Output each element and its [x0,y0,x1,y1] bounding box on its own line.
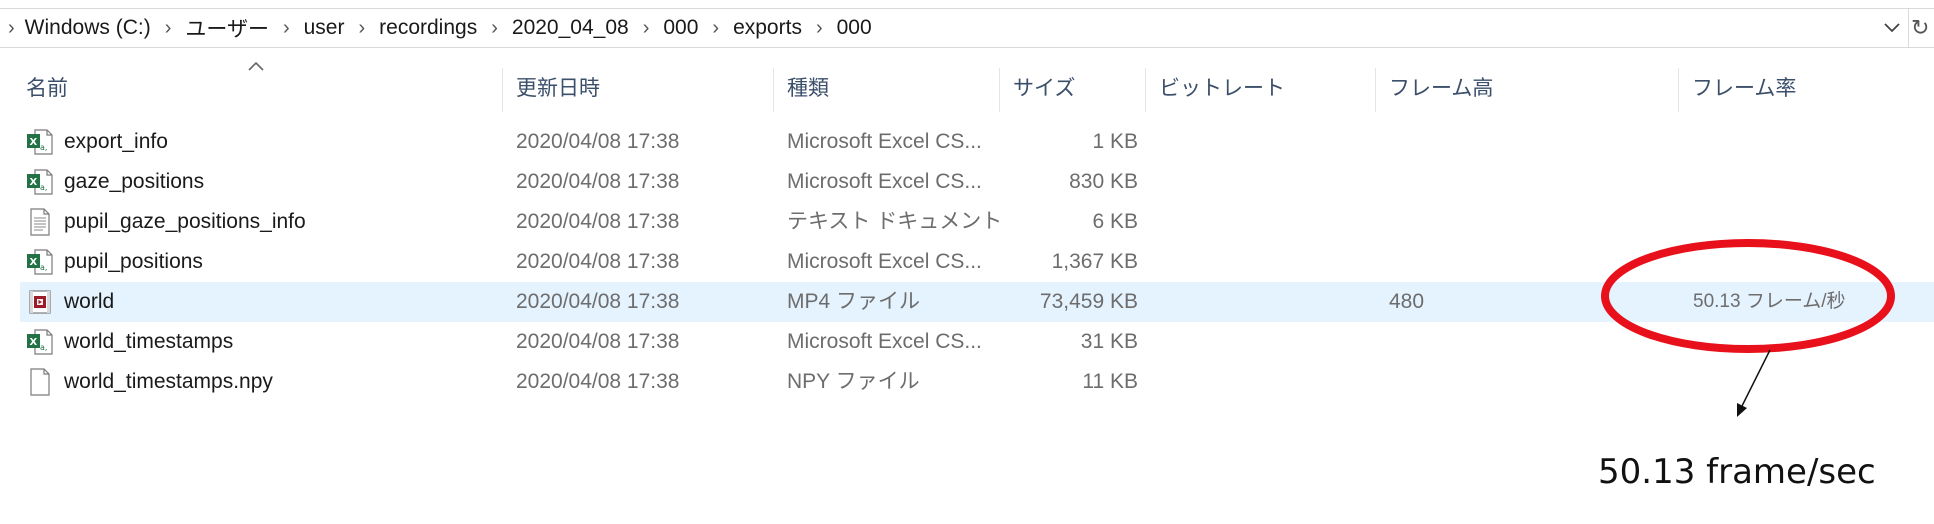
chevron-down-icon[interactable] [1876,9,1908,47]
breadcrumb-item-date[interactable]: 2020_04_08 [512,16,629,40]
sort-ascending-icon [248,58,264,76]
file-name: gaze_positions [64,170,205,193]
svg-text:X: X [30,137,38,148]
column-divider[interactable] [1145,68,1146,112]
file-modified: 2020/04/08 17:38 [516,210,680,233]
file-frame-rate: 50.13 フレーム/秒 [1693,291,1846,312]
file-modified: 2020/04/08 17:38 [516,330,680,353]
address-bar[interactable]: › Windows (C:) › ユーザー › user › recording… [0,8,1934,48]
svg-text:a,: a, [40,263,47,272]
file-row-world-timestamps[interactable]: a, X world_timestamps 2020/04/08 17:38 M… [0,322,1934,362]
file-size: 1,367 KB [1051,250,1138,273]
file-row-export-info[interactable]: a, X export_info 2020/04/08 17:38 Micros… [0,122,1934,162]
breadcrumb-item-users[interactable]: ユーザー [185,13,269,43]
file-size: 11 KB [1082,370,1138,393]
blank-file-icon [30,368,50,396]
breadcrumb: › Windows (C:) › ユーザー › user › recording… [0,9,872,47]
file-modified: 2020/04/08 17:38 [516,130,680,153]
file-name: pupil_positions [64,250,203,273]
chevron-right-icon[interactable]: › [344,17,379,40]
file-name: export_info [64,130,168,153]
excel-csv-icon: a, X [27,249,53,275]
file-type: Microsoft Excel CS... [787,170,982,193]
file-type: Microsoft Excel CS... [787,130,982,153]
file-row-gaze-positions[interactable]: a, X gaze_positions 2020/04/08 17:38 Mic… [0,162,1934,202]
file-row-pupil-positions[interactable]: a, X pupil_positions 2020/04/08 17:38 Mi… [0,242,1934,282]
file-name: world [64,290,115,313]
chevron-right-icon[interactable]: › [629,17,664,40]
column-header-frame-height[interactable]: フレーム高 [1389,72,1493,106]
excel-csv-icon: a, X [27,129,53,155]
file-modified: 2020/04/08 17:38 [516,170,680,193]
file-type: NPY ファイル [787,370,920,393]
chevron-right-icon[interactable]: › [269,17,304,40]
svg-text:a,: a, [40,143,47,152]
column-header-type[interactable]: 種類 [787,72,829,106]
address-bar-controls: ↻ [1876,9,1934,47]
refresh-icon[interactable]: ↻ [1908,9,1934,47]
column-header-bitrate[interactable]: ビットレート [1159,72,1285,106]
file-type: テキスト ドキュメント [787,210,1003,233]
file-name: world_timestamps [64,330,234,353]
file-size: 31 KB [1080,330,1138,353]
file-size: 1 KB [1092,130,1138,153]
breadcrumb-item-drive[interactable]: Windows (C:) [25,16,151,40]
chevron-right-icon[interactable]: › [477,17,512,40]
file-explorer-window: › Windows (C:) › ユーザー › user › recording… [0,0,1934,524]
file-row-world[interactable]: world 2020/04/08 17:38 MP4 ファイル 73,459 K… [0,282,1934,322]
column-divider[interactable] [1375,68,1376,112]
column-divider[interactable] [999,68,1000,112]
excel-csv-icon: a, X [27,329,53,355]
svg-text:X: X [30,337,38,348]
column-header-modified[interactable]: 更新日時 [516,72,600,106]
column-header-frame-rate[interactable]: フレーム率 [1692,72,1796,106]
column-header-name[interactable]: 名前 [26,72,68,106]
breadcrumb-item-recordings[interactable]: recordings [379,16,477,40]
file-type: Microsoft Excel CS... [787,250,982,273]
text-document-icon [30,208,50,236]
svg-text:a,: a, [40,343,47,352]
excel-csv-icon: a, X [27,169,53,195]
annotation-label: 50.13 frame/sec [1598,452,1876,492]
file-size: 73,459 KB [1039,290,1138,313]
breadcrumb-item-exports[interactable]: exports [733,16,802,40]
file-modified: 2020/04/08 17:38 [516,250,680,273]
annotation-arrowhead [1737,403,1747,417]
breadcrumb-item-000[interactable]: 000 [663,16,698,40]
file-modified: 2020/04/08 17:38 [516,370,680,393]
column-headers: 名前 更新日時 種類 サイズ ビットレート フレーム高 フレーム率 [0,56,1934,112]
file-list: a, X export_info 2020/04/08 17:38 Micros… [0,122,1934,402]
column-header-size[interactable]: サイズ [1013,72,1075,106]
breadcrumb-item-000-current[interactable]: 000 [837,16,872,40]
file-row-pupil-gaze-positions-info[interactable]: pupil_gaze_positions_info 2020/04/08 17:… [0,202,1934,242]
chevron-right-icon[interactable]: › [4,17,25,40]
chevron-right-icon[interactable]: › [151,17,186,40]
breadcrumb-item-user[interactable]: user [304,16,345,40]
file-type: MP4 ファイル [787,290,921,313]
file-size: 830 KB [1069,170,1138,193]
file-row-world-timestamps-npy[interactable]: world_timestamps.npy 2020/04/08 17:38 NP… [0,362,1934,402]
column-divider[interactable] [1678,68,1679,112]
svg-text:X: X [30,177,38,188]
file-modified: 2020/04/08 17:38 [516,290,680,313]
video-file-icon [29,290,51,314]
chevron-right-icon[interactable]: › [802,17,837,40]
file-name: pupil_gaze_positions_info [64,210,306,233]
chevron-right-icon[interactable]: › [698,17,733,40]
file-type: Microsoft Excel CS... [787,330,982,353]
svg-text:a,: a, [40,183,47,192]
column-divider[interactable] [773,68,774,112]
file-name: world_timestamps.npy [64,370,273,393]
column-divider[interactable] [502,68,503,112]
file-frame-height: 480 [1389,290,1425,313]
file-size: 6 KB [1092,210,1138,233]
svg-text:X: X [30,257,38,268]
